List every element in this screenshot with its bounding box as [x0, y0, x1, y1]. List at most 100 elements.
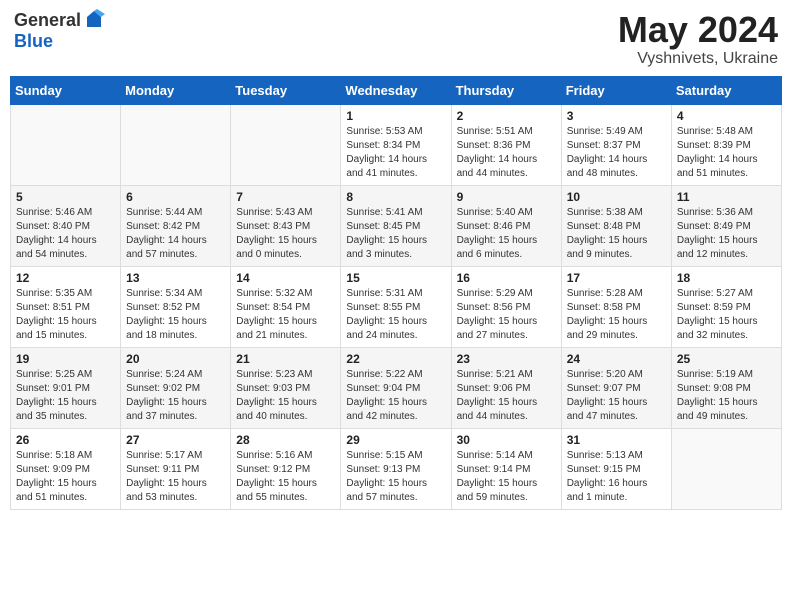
day-number: 18	[677, 271, 776, 285]
cell-info: Sunrise: 5:28 AM Sunset: 8:58 PM Dayligh…	[567, 287, 666, 343]
cell-info: Sunrise: 5:53 AM Sunset: 8:34 PM Dayligh…	[346, 125, 445, 181]
day-number: 10	[567, 190, 666, 204]
calendar-cell: 1 Sunrise: 5:53 AM Sunset: 8:34 PM Daylig…	[341, 104, 451, 185]
calendar-cell: 7 Sunrise: 5:43 AM Sunset: 8:43 PM Daylig…	[231, 185, 341, 266]
day-number: 16	[457, 271, 556, 285]
logo-blue-text: Blue	[14, 31, 105, 52]
day-number: 6	[126, 190, 225, 204]
logo-icon	[83, 9, 105, 31]
calendar-cell: 12 Sunrise: 5:35 AM Sunset: 8:51 PM Dayli…	[11, 266, 121, 347]
calendar-cell: 14Sunrise: 5:32 AM Sunset: 8:54 PM Dayli…	[231, 266, 341, 347]
weekday-header-tuesday: Tuesday	[231, 76, 341, 104]
cell-info: Sunrise: 5:32 AM Sunset: 8:54 PM Dayligh…	[236, 287, 335, 343]
day-number: 4	[677, 109, 776, 123]
calendar-cell: 10 Sunrise: 5:38 AM Sunset: 8:48 PM Dayli…	[561, 185, 671, 266]
calendar-cell	[121, 104, 231, 185]
day-number: 20	[126, 352, 225, 366]
week-row-4: 19Sunrise: 5:25 AM Sunset: 9:01 PM Dayli…	[11, 347, 782, 428]
cell-info: Sunrise: 5:49 AM Sunset: 8:37 PM Dayligh…	[567, 125, 666, 181]
calendar-cell: 23 Sunrise: 5:21 AM Sunset: 9:06 PM Dayli…	[451, 347, 561, 428]
logo: General Blue	[14, 10, 105, 52]
weekday-header-monday: Monday	[121, 76, 231, 104]
cell-info: Sunrise: 5:18 AM Sunset: 9:09 PM Dayligh…	[16, 449, 115, 505]
logo-general-text: General	[14, 10, 81, 31]
calendar-cell: 28 Sunrise: 5:16 AM Sunset: 9:12 PM Dayli…	[231, 428, 341, 509]
cell-info: Sunrise: 5:38 AM Sunset: 8:48 PM Dayligh…	[567, 206, 666, 262]
day-number: 9	[457, 190, 556, 204]
cell-info: Sunrise: 5:35 AM Sunset: 8:51 PM Dayligh…	[16, 287, 115, 343]
weekday-header-row: SundayMondayTuesdayWednesdayThursdayFrid…	[11, 76, 782, 104]
calendar-cell: 15 Sunrise: 5:31 AM Sunset: 8:55 PM Dayli…	[341, 266, 451, 347]
day-number: 21	[236, 352, 335, 366]
weekday-header-sunday: Sunday	[11, 76, 121, 104]
day-number: 5	[16, 190, 115, 204]
cell-info: Sunrise: 5:40 AM Sunset: 8:46 PM Dayligh…	[457, 206, 556, 262]
calendar-cell	[11, 104, 121, 185]
calendar-cell: 30Sunrise: 5:14 AM Sunset: 9:14 PM Dayli…	[451, 428, 561, 509]
calendar-cell: 11 Sunrise: 5:36 AM Sunset: 8:49 PM Dayli…	[671, 185, 781, 266]
day-number: 15	[346, 271, 445, 285]
cell-info: Sunrise: 5:13 AM Sunset: 9:15 PM Dayligh…	[567, 449, 666, 505]
calendar-cell: 26 Sunrise: 5:18 AM Sunset: 9:09 PM Dayli…	[11, 428, 121, 509]
calendar-cell: 25Sunrise: 5:19 AM Sunset: 9:08 PM Dayli…	[671, 347, 781, 428]
cell-info: Sunrise: 5:21 AM Sunset: 9:06 PM Dayligh…	[457, 368, 556, 424]
cell-info: Sunrise: 5:19 AM Sunset: 9:08 PM Dayligh…	[677, 368, 776, 424]
day-number: 7	[236, 190, 335, 204]
cell-info: Sunrise: 5:36 AM Sunset: 8:49 PM Dayligh…	[677, 206, 776, 262]
cell-info: Sunrise: 5:51 AM Sunset: 8:36 PM Dayligh…	[457, 125, 556, 181]
day-number: 31	[567, 433, 666, 447]
calendar-cell	[231, 104, 341, 185]
cell-info: Sunrise: 5:16 AM Sunset: 9:12 PM Dayligh…	[236, 449, 335, 505]
day-number: 30	[457, 433, 556, 447]
calendar-cell: 3 Sunrise: 5:49 AM Sunset: 8:37 PM Daylig…	[561, 104, 671, 185]
calendar-table: SundayMondayTuesdayWednesdayThursdayFrid…	[10, 76, 782, 510]
cell-info: Sunrise: 5:22 AM Sunset: 9:04 PM Dayligh…	[346, 368, 445, 424]
calendar-cell: 9 Sunrise: 5:40 AM Sunset: 8:46 PM Daylig…	[451, 185, 561, 266]
cell-info: Sunrise: 5:41 AM Sunset: 8:45 PM Dayligh…	[346, 206, 445, 262]
page-header: General Blue May 2024 Vyshnivets, Ukrain…	[10, 10, 782, 68]
calendar-cell: 18 Sunrise: 5:27 AM Sunset: 8:59 PM Dayli…	[671, 266, 781, 347]
calendar-cell: 2Sunrise: 5:51 AM Sunset: 8:36 PM Daylig…	[451, 104, 561, 185]
cell-info: Sunrise: 5:44 AM Sunset: 8:42 PM Dayligh…	[126, 206, 225, 262]
cell-info: Sunrise: 5:46 AM Sunset: 8:40 PM Dayligh…	[16, 206, 115, 262]
calendar-cell: 22Sunrise: 5:22 AM Sunset: 9:04 PM Dayli…	[341, 347, 451, 428]
weekday-header-thursday: Thursday	[451, 76, 561, 104]
calendar-cell: 24 Sunrise: 5:20 AM Sunset: 9:07 PM Dayli…	[561, 347, 671, 428]
week-row-1: 1 Sunrise: 5:53 AM Sunset: 8:34 PM Daylig…	[11, 104, 782, 185]
cell-info: Sunrise: 5:20 AM Sunset: 9:07 PM Dayligh…	[567, 368, 666, 424]
cell-info: Sunrise: 5:27 AM Sunset: 8:59 PM Dayligh…	[677, 287, 776, 343]
day-number: 11	[677, 190, 776, 204]
calendar-cell: 27 Sunrise: 5:17 AM Sunset: 9:11 PM Dayli…	[121, 428, 231, 509]
calendar-cell: 16 Sunrise: 5:29 AM Sunset: 8:56 PM Dayli…	[451, 266, 561, 347]
calendar-cell: 21 Sunrise: 5:23 AM Sunset: 9:03 PM Dayli…	[231, 347, 341, 428]
title-block: May 2024 Vyshnivets, Ukraine	[618, 10, 778, 68]
day-number: 3	[567, 109, 666, 123]
calendar-cell	[671, 428, 781, 509]
day-number: 26	[16, 433, 115, 447]
calendar-cell: 6 Sunrise: 5:44 AM Sunset: 8:42 PM Daylig…	[121, 185, 231, 266]
location: Vyshnivets, Ukraine	[618, 50, 778, 68]
calendar-cell: 17 Sunrise: 5:28 AM Sunset: 8:58 PM Dayli…	[561, 266, 671, 347]
day-number: 12	[16, 271, 115, 285]
day-number: 17	[567, 271, 666, 285]
day-number: 28	[236, 433, 335, 447]
calendar-cell: 4 Sunrise: 5:48 AM Sunset: 8:39 PM Daylig…	[671, 104, 781, 185]
calendar-cell: 5 Sunrise: 5:46 AM Sunset: 8:40 PM Daylig…	[11, 185, 121, 266]
day-number: 1	[346, 109, 445, 123]
cell-info: Sunrise: 5:24 AM Sunset: 9:02 PM Dayligh…	[126, 368, 225, 424]
week-row-2: 5 Sunrise: 5:46 AM Sunset: 8:40 PM Daylig…	[11, 185, 782, 266]
calendar-cell: 19Sunrise: 5:25 AM Sunset: 9:01 PM Dayli…	[11, 347, 121, 428]
cell-info: Sunrise: 5:23 AM Sunset: 9:03 PM Dayligh…	[236, 368, 335, 424]
day-number: 23	[457, 352, 556, 366]
day-number: 8	[346, 190, 445, 204]
cell-info: Sunrise: 5:31 AM Sunset: 8:55 PM Dayligh…	[346, 287, 445, 343]
weekday-header-saturday: Saturday	[671, 76, 781, 104]
day-number: 24	[567, 352, 666, 366]
weekday-header-friday: Friday	[561, 76, 671, 104]
cell-info: Sunrise: 5:17 AM Sunset: 9:11 PM Dayligh…	[126, 449, 225, 505]
cell-info: Sunrise: 5:48 AM Sunset: 8:39 PM Dayligh…	[677, 125, 776, 181]
cell-info: Sunrise: 5:43 AM Sunset: 8:43 PM Dayligh…	[236, 206, 335, 262]
calendar-cell: 13Sunrise: 5:34 AM Sunset: 8:52 PM Dayli…	[121, 266, 231, 347]
cell-info: Sunrise: 5:29 AM Sunset: 8:56 PM Dayligh…	[457, 287, 556, 343]
day-number: 27	[126, 433, 225, 447]
